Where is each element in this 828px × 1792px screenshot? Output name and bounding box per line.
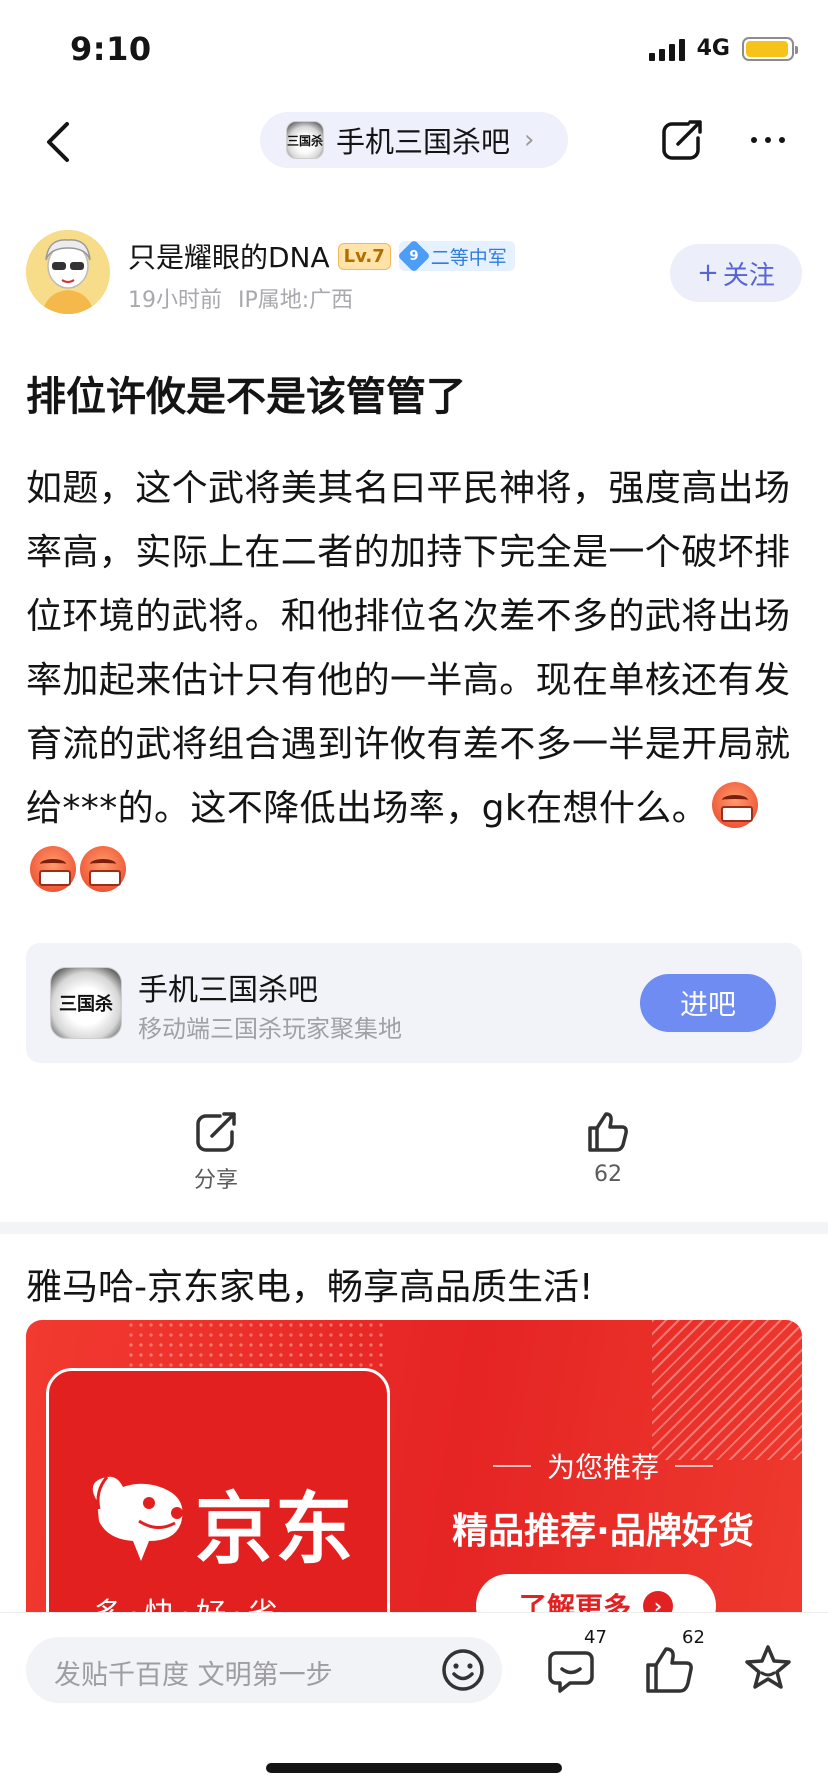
- ad-dot-pattern: [126, 1320, 386, 1370]
- forum-card-name: 手机三国杀吧: [138, 973, 318, 1008]
- rank-title: 二等中军: [430, 246, 507, 269]
- jd-dog-icon: [92, 1476, 183, 1561]
- post-time: 19小时前: [128, 288, 222, 313]
- status-bar: 9:10 4G: [0, 0, 828, 100]
- comment-icon[interactable]: [546, 1641, 602, 1697]
- chevron-right-icon: ›: [524, 125, 535, 155]
- like-action[interactable]: 62: [548, 1108, 668, 1187]
- enter-forum-button[interactable]: 进吧: [640, 974, 776, 1032]
- jd-logo-card: 京东 多·快·好·省: [46, 1368, 390, 1620]
- forum-name: 手机三国杀吧: [336, 125, 511, 159]
- more-icon: [751, 137, 757, 143]
- share-icon: [662, 120, 702, 160]
- comment-count: 47: [584, 1627, 607, 1648]
- author-name-row: 只是耀眼的DNA Lv.7 9 二等中军: [128, 236, 515, 276]
- section-divider: [0, 1222, 828, 1234]
- status-time: 9:10: [70, 30, 152, 68]
- follow-label: 关注: [722, 260, 775, 291]
- like-count: 62: [594, 1162, 622, 1187]
- forum-icon: 三国杀: [286, 121, 324, 159]
- more-button[interactable]: [740, 112, 796, 168]
- avatar-image: [26, 230, 110, 314]
- avatar[interactable]: [26, 230, 110, 314]
- signal-icon: [648, 37, 685, 61]
- back-button[interactable]: [30, 114, 86, 170]
- angry-emoji-icon: [80, 846, 126, 892]
- ad-banner[interactable]: 京东 多·快·好·省 为您推荐 精品推荐·品牌好货 了解更多 ›: [26, 1320, 802, 1620]
- forum-pill[interactable]: 三国杀 手机三国杀吧 ›: [260, 112, 568, 168]
- post-body: 如题，这个武将美其名曰平民神将，强度高出场率高，实际上在二者的加持下完全是一个破…: [26, 457, 804, 905]
- forum-card[interactable]: 三国杀 手机三国杀吧 移动端三国杀玩家聚集地 进吧: [26, 943, 802, 1063]
- rank-badge: 9 二等中军: [397, 239, 515, 273]
- plus-icon: +: [697, 258, 719, 288]
- battery-level: [746, 40, 788, 57]
- share-button[interactable]: [654, 112, 710, 168]
- jd-brand: 京东: [195, 1485, 356, 1575]
- level-badge: Lv.7: [337, 242, 391, 270]
- ip-location: IP属地:广西: [238, 288, 354, 313]
- reply-input[interactable]: 发贴千百度 文明第一步: [26, 1637, 502, 1703]
- angry-emoji-icon: [712, 782, 759, 828]
- thumbs-up-icon[interactable]: [642, 1641, 698, 1697]
- ad-rec-line-right: [675, 1465, 713, 1467]
- ad-recommend: 为您推荐: [418, 1446, 788, 1486]
- share-action[interactable]: 分享: [156, 1108, 276, 1194]
- star-icon[interactable]: [740, 1641, 796, 1697]
- forum-card-desc: 移动端三国杀玩家聚集地: [138, 1015, 402, 1043]
- author-name[interactable]: 只是耀眼的DNA: [128, 236, 330, 276]
- reply-placeholder: 发贴千百度 文明第一步: [54, 1660, 333, 1691]
- home-indicator: [266, 1763, 562, 1773]
- like-count-bottom: 62: [682, 1627, 705, 1648]
- author-header: 只是耀眼的DNA Lv.7 9 二等中军 19小时前 IP属地:广西 + 关注: [26, 230, 802, 314]
- forum-card-icon-text: 三国杀: [59, 994, 113, 1015]
- ad-title[interactable]: 雅马哈-京东家电，畅享高品质生活!: [26, 1258, 593, 1310]
- rank-number: 9: [409, 248, 419, 264]
- forum-icon-text: 三国杀: [287, 133, 324, 148]
- ad-recommend-text: 为您推荐: [546, 1451, 659, 1484]
- rank-number-icon: 9: [397, 239, 431, 273]
- battery-icon: [742, 36, 798, 61]
- follow-button[interactable]: + 关注: [670, 244, 802, 302]
- post-body-text: 如题，这个武将美其名曰平民神将，强度高出场率高，实际上在二者的加持下完全是一个破…: [26, 468, 791, 829]
- post-title: 排位许攸是不是该管管了: [26, 374, 466, 420]
- emoji-icon[interactable]: [438, 1645, 488, 1695]
- nav-bar: 三国杀 手机三国杀吧 ›: [0, 100, 828, 182]
- status-indicators: 4G: [648, 36, 798, 61]
- thumbs-up-icon: [588, 1112, 628, 1152]
- forum-card-icon: 三国杀: [50, 967, 122, 1039]
- chevron-left-icon: [47, 122, 69, 162]
- angry-emoji-icon: [30, 846, 76, 892]
- post-actions: 分享 62: [0, 1108, 828, 1218]
- author-meta: 19小时前 IP属地:广西: [128, 282, 353, 314]
- ad-stripe-pattern: [652, 1320, 802, 1460]
- share-label: 分享: [193, 1168, 238, 1193]
- share-icon: [196, 1112, 236, 1152]
- ad-rec-line-left: [492, 1465, 531, 1467]
- ad-headline: 精品推荐·品牌好货: [452, 1511, 754, 1552]
- network-type: 4G: [696, 36, 730, 61]
